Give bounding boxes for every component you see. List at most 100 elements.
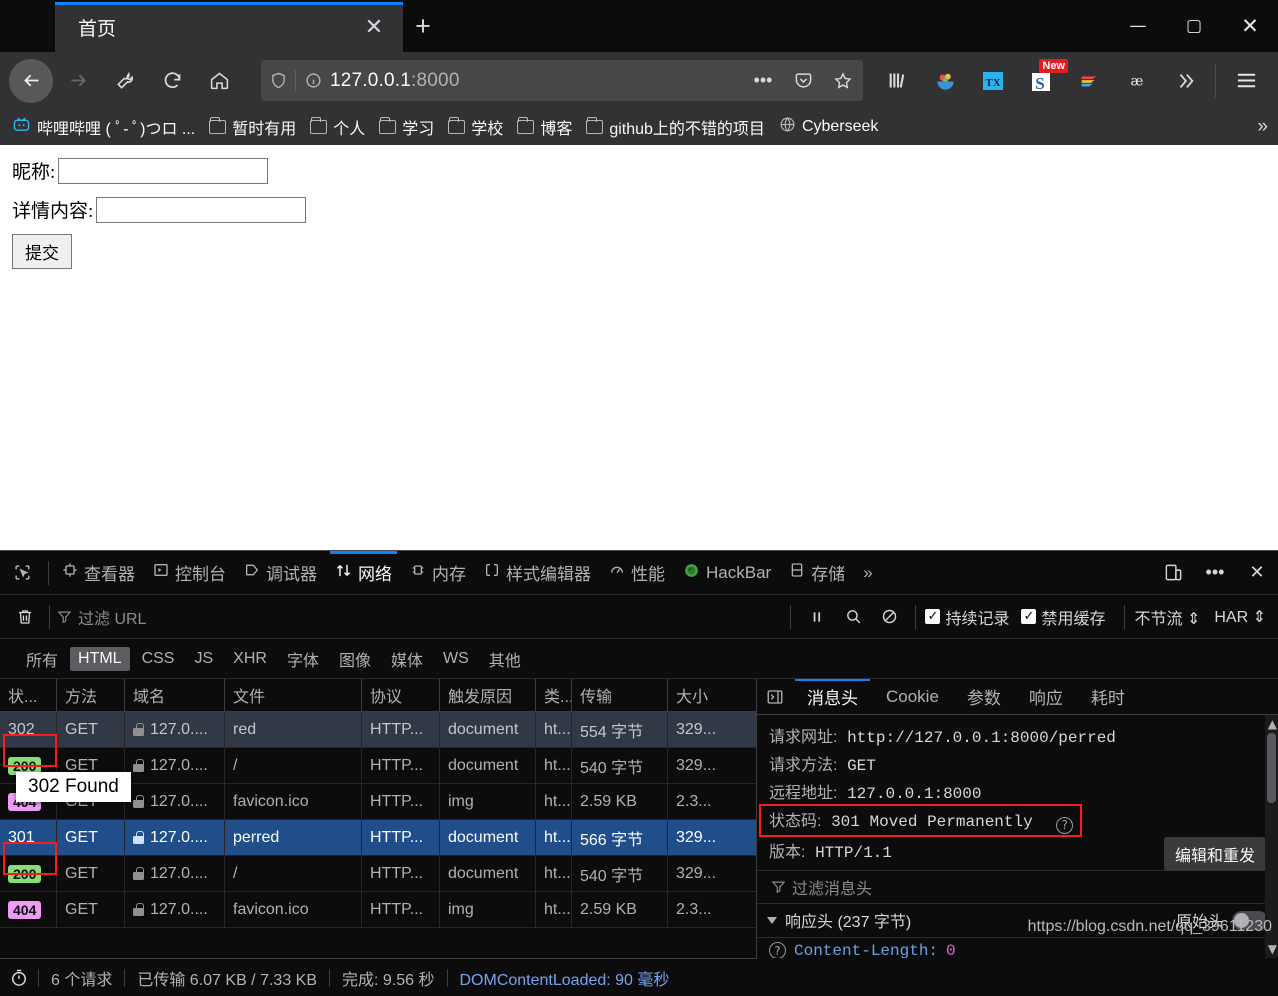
- pause-icon[interactable]: [800, 600, 834, 634]
- search-icon[interactable]: [836, 600, 870, 634]
- type-filter-js[interactable]: JS: [186, 647, 221, 671]
- tab-style-editor[interactable]: 样式编辑器: [475, 551, 600, 595]
- responsive-design-icon[interactable]: [1152, 551, 1194, 595]
- column-header-size[interactable]: 大小: [668, 679, 756, 711]
- bookmark-item[interactable]: 暂时有用: [209, 115, 296, 139]
- type-filter-media[interactable]: 媒体: [383, 644, 431, 674]
- back-button[interactable]: [9, 58, 53, 103]
- column-header-file[interactable]: 文件: [225, 679, 362, 711]
- bookmark-item[interactable]: 个人: [310, 115, 365, 139]
- bookmark-item[interactable]: github上的不错的项目: [586, 115, 765, 139]
- column-header-type[interactable]: 类...: [536, 679, 572, 711]
- tab-console[interactable]: 控制台: [144, 551, 235, 595]
- scrollbar-thumb[interactable]: [1267, 733, 1276, 803]
- url-bar[interactable]: 127.0.0.1:8000 •••: [261, 60, 863, 101]
- s-new-icon[interactable]: S New: [1017, 57, 1068, 105]
- browser-tab[interactable]: 首页 ✕: [55, 2, 403, 52]
- throttling-select[interactable]: 不节流 ⇕: [1134, 605, 1200, 629]
- response-headers-section[interactable]: 响应头 (237 字节) 原始头: [757, 904, 1278, 938]
- timer-icon[interactable]: [0, 968, 38, 988]
- column-header-domain[interactable]: 域名: [125, 679, 225, 711]
- scroll-up-icon[interactable]: ▲: [1268, 717, 1277, 731]
- table-row[interactable]: 200 GET 127.0.... / HTTP... document ht... 540 …: [0, 856, 756, 892]
- type-filter-xhr[interactable]: XHR: [225, 647, 275, 671]
- url-text[interactable]: 127.0.0.1:8000: [330, 70, 460, 92]
- bookmark-item[interactable]: 哔哩哔哩 ( ﾟ- ﾟ)つロ ...: [12, 115, 195, 139]
- table-row[interactable]: 301 GET 127.0.... perred HTTP... document ht..…: [0, 820, 756, 856]
- extensions-overflow-icon[interactable]: [1161, 57, 1209, 105]
- wrench-icon[interactable]: [103, 59, 147, 103]
- pocket-icon[interactable]: [783, 61, 823, 101]
- devtools-tabs-overflow[interactable]: »: [854, 551, 881, 595]
- raw-headers-toggle[interactable]: 原始头: [1176, 908, 1268, 932]
- tab-performance[interactable]: 性能: [600, 551, 674, 595]
- type-filter-all[interactable]: 所有: [18, 644, 66, 674]
- url-filter-input[interactable]: 过滤 URL: [57, 605, 783, 629]
- detail-input[interactable]: [96, 196, 307, 223]
- submit-button[interactable]: 提交: [12, 234, 72, 269]
- persist-logs-checkbox[interactable]: ✓ 持续记录: [925, 605, 1009, 629]
- detail-tab-response[interactable]: 响应: [1015, 679, 1077, 715]
- element-picker-icon[interactable]: [0, 563, 44, 582]
- menu-icon[interactable]: [1222, 57, 1270, 105]
- stripes-icon[interactable]: [1065, 57, 1113, 105]
- bookmark-item[interactable]: 学习: [379, 115, 434, 139]
- trash-icon[interactable]: [8, 608, 42, 626]
- page-actions-more-icon[interactable]: •••: [743, 61, 783, 101]
- detail-tab-cookie[interactable]: Cookie: [872, 679, 953, 715]
- tab-close-icon[interactable]: ✕: [361, 14, 387, 40]
- bookmarks-overflow-icon[interactable]: »: [1257, 116, 1268, 138]
- close-window-button[interactable]: ✕: [1222, 0, 1278, 52]
- tab-debugger[interactable]: 调试器: [235, 551, 326, 595]
- type-filter-font[interactable]: 字体: [279, 644, 327, 674]
- column-header-cause[interactable]: 触发原因: [440, 679, 536, 711]
- scroll-down-icon[interactable]: ▼: [1268, 942, 1277, 956]
- panel-toggle-icon[interactable]: [757, 688, 793, 706]
- bookmark-item[interactable]: 学校: [448, 115, 503, 139]
- tab-inspector[interactable]: 查看器: [53, 551, 144, 595]
- column-header-status[interactable]: 状...: [0, 679, 57, 711]
- bookmark-item[interactable]: Cyberseek: [779, 116, 878, 138]
- maximize-button[interactable]: ▢: [1166, 0, 1222, 52]
- forward-button[interactable]: [56, 59, 100, 103]
- header-help-icon[interactable]: ?: [769, 942, 786, 958]
- devtools-close-icon[interactable]: ✕: [1236, 551, 1278, 595]
- tab-hackbar[interactable]: HackBar: [674, 551, 780, 595]
- bookmark-item[interactable]: 博客: [517, 115, 572, 139]
- type-filter-image[interactable]: 图像: [331, 644, 379, 674]
- fruit-bowl-icon[interactable]: [921, 57, 969, 105]
- column-header-transferred[interactable]: 传输: [572, 679, 668, 711]
- status-help-icon[interactable]: ?: [1056, 816, 1074, 834]
- type-filter-html[interactable]: HTML: [70, 646, 130, 671]
- column-header-protocol[interactable]: 协议: [362, 679, 440, 711]
- devtools-more-icon[interactable]: •••: [1194, 551, 1236, 595]
- detail-tab-headers[interactable]: 消息头: [793, 679, 872, 715]
- nickname-input[interactable]: [58, 157, 269, 184]
- info-icon[interactable]: [296, 72, 330, 89]
- reload-button[interactable]: [150, 59, 194, 103]
- table-row[interactable]: 302 GET 127.0.... red HTTP... document ht... 55…: [0, 712, 756, 748]
- library-icon[interactable]: [873, 57, 921, 105]
- edit-resend-button[interactable]: 编辑和重发: [1163, 837, 1266, 871]
- block-icon[interactable]: [872, 600, 906, 634]
- bookmark-star-icon[interactable]: [823, 61, 863, 101]
- minimize-button[interactable]: —: [1110, 0, 1166, 52]
- tab-storage[interactable]: 存储: [780, 551, 854, 595]
- column-header-method[interactable]: 方法: [57, 679, 125, 711]
- type-filter-css[interactable]: CSS: [134, 647, 183, 671]
- toggle-switch[interactable]: [1232, 910, 1268, 930]
- detail-scrollbar[interactable]: ▲ ▼: [1265, 715, 1278, 958]
- tx-icon[interactable]: TX: [969, 57, 1017, 105]
- ae-icon[interactable]: æ: [1113, 57, 1161, 105]
- detail-tab-timings[interactable]: 耗时: [1077, 679, 1139, 715]
- type-filter-other[interactable]: 其他: [481, 644, 529, 674]
- headers-filter-input[interactable]: 过滤消息头: [757, 869, 1278, 904]
- disable-cache-checkbox[interactable]: ✓ 禁用缓存: [1021, 605, 1105, 629]
- new-tab-button[interactable]: +: [405, 8, 441, 44]
- table-row[interactable]: 404 GET127.0....favicon.icoHTTP...imght..…: [0, 892, 756, 928]
- har-select[interactable]: HAR ⇕: [1214, 607, 1266, 627]
- detail-tab-params[interactable]: 参数: [953, 679, 1015, 715]
- type-filter-ws[interactable]: WS: [435, 647, 477, 671]
- tab-memory[interactable]: 内存: [401, 551, 475, 595]
- tab-network[interactable]: 网络: [326, 550, 401, 595]
